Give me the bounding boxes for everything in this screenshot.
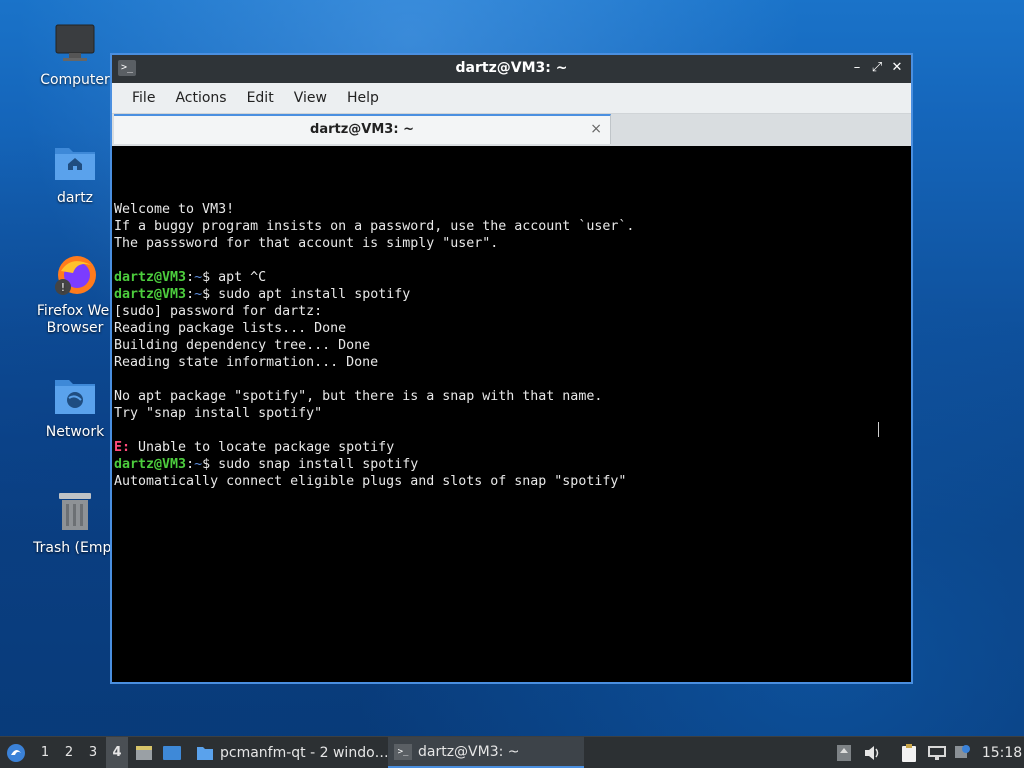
terminal-output[interactable]: Welcome to VM3! If a buggy program insist… [114, 147, 909, 680]
prompt-dir: ~ [194, 287, 203, 302]
minimize-button[interactable]: – [849, 60, 865, 76]
prompt-separator: : [186, 457, 195, 472]
tab-close-button[interactable]: × [590, 121, 602, 137]
start-menu-button[interactable] [4, 737, 28, 768]
network-status-icon[interactable] [927, 737, 947, 768]
terminal-line: Building dependency tree... Done [114, 338, 371, 353]
terminal-line: Automatically connect eligible plugs and… [114, 474, 627, 489]
prompt-user: dartz@VM3 [114, 270, 187, 285]
menu-file[interactable]: File [122, 90, 165, 106]
menu-bar: File Actions Edit View Help [112, 83, 911, 114]
task-terminal[interactable]: >_ dartz@VM3: ~ [388, 737, 584, 768]
terminal-line: dartz@VM3:~$ apt ^C [114, 269, 909, 286]
task-label: dartz@VM3: ~ [418, 743, 520, 760]
clipboard-icon[interactable] [899, 737, 919, 768]
terminal-line: dartz@VM3:~$ sudo apt install spotify [114, 286, 909, 303]
notification-icon[interactable] [952, 737, 972, 768]
tab-terminal[interactable]: dartz@VM3: ~ × [114, 114, 611, 144]
text-cursor [878, 422, 879, 437]
prompt-user: dartz@VM3 [114, 457, 187, 472]
error-text: Unable to locate package spotify [130, 440, 395, 455]
terminal-line: Try "snap install spotify" [114, 406, 323, 421]
prompt-dir: ~ [194, 457, 203, 472]
window-titlebar[interactable]: >_ dartz@VM3: ~ – ⤢ ✕ [112, 55, 911, 83]
firefox-icon: ! [53, 253, 97, 297]
prompt-separator: : [186, 287, 195, 302]
menu-help[interactable]: Help [337, 90, 389, 106]
tray-updates-icon[interactable] [834, 737, 854, 768]
workspace-3[interactable]: 3 [82, 737, 104, 768]
folder-icon [197, 746, 213, 760]
clock[interactable]: 15:18 [982, 737, 1022, 768]
terminal-window[interactable]: >_ dartz@VM3: ~ – ⤢ ✕ File Actions Edit … [110, 53, 913, 684]
terminal-line: E: Unable to locate package spotify [114, 439, 909, 456]
command-text: $ sudo apt install spotify [202, 287, 411, 302]
error-prefix: E: [114, 440, 131, 455]
task-label: pcmanfm-qt - 2 windo… [220, 744, 389, 761]
terminal-line: dartz@VM3:~$ sudo snap install spotify [114, 456, 909, 473]
home-folder-icon [53, 140, 97, 184]
terminal-line: [sudo] password for dartz: [114, 304, 323, 319]
terminal-line: The passsword for that account is simply… [114, 236, 499, 251]
volume-icon[interactable] [862, 737, 882, 768]
workspace-4[interactable]: 4 [106, 737, 128, 768]
svg-text:!: ! [61, 281, 65, 294]
command-text: $ apt ^C [202, 270, 267, 285]
tab-bar: dartz@VM3: ~ × [112, 114, 911, 146]
window-title: dartz@VM3: ~ [455, 60, 568, 76]
maximize-button[interactable]: ⤢ [869, 60, 885, 76]
workspace-1[interactable]: 1 [34, 737, 56, 768]
prompt-dir: ~ [194, 270, 203, 285]
monitor-icon [53, 22, 97, 66]
network-folder-icon [53, 374, 97, 418]
terminal-line: Reading package lists... Done [114, 321, 347, 336]
prompt-separator: : [186, 270, 195, 285]
terminal-line: Reading state information... Done [114, 355, 379, 370]
workspace-2[interactable]: 2 [58, 737, 80, 768]
terminal-line: Welcome to VM3! [114, 202, 235, 217]
menu-edit[interactable]: Edit [237, 90, 284, 106]
close-button[interactable]: ✕ [889, 60, 905, 76]
show-desktop-icon[interactable] [162, 737, 182, 768]
prompt-user: dartz@VM3 [114, 287, 187, 302]
file-manager-launcher-icon[interactable] [134, 737, 154, 768]
terminal-icon: >_ [394, 743, 412, 760]
terminal-line: If a buggy program insists on a password… [114, 219, 635, 234]
task-pcmanfm[interactable]: pcmanfm-qt - 2 windo… [190, 737, 398, 768]
lxqt-logo-icon [7, 743, 25, 762]
menu-view[interactable]: View [284, 90, 337, 106]
taskbar: 1 2 3 4 pcmanfm-qt - 2 windo… >_ dartz@V… [0, 736, 1024, 768]
tab-label: dartz@VM3: ~ [310, 122, 414, 137]
command-text: $ sudo snap install spotify [202, 457, 419, 472]
trash-icon [53, 490, 97, 534]
terminal-line: No apt package "spotify", but there is a… [114, 389, 603, 404]
menu-actions[interactable]: Actions [165, 90, 236, 106]
